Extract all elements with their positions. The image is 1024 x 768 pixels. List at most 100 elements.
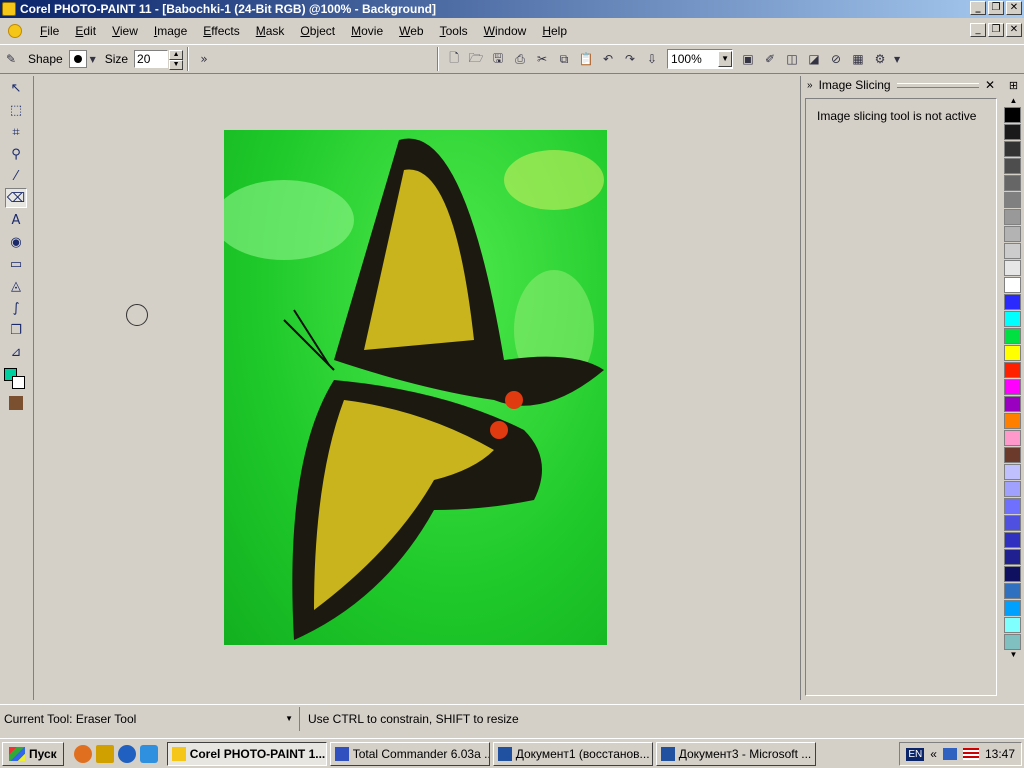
palette-swatch[interactable]	[1004, 328, 1021, 344]
cut-icon[interactable]: ✂	[531, 48, 553, 70]
fullscreen-icon[interactable]: ▣	[737, 48, 759, 70]
shape-dropdown-icon[interactable]: ▼	[87, 48, 99, 70]
palette-scroll-down-icon[interactable]: ▼	[1003, 650, 1024, 660]
menu-movie[interactable]: Movie	[343, 24, 391, 38]
taskbar-button[interactable]: Документ1 (восстанов...	[492, 741, 653, 766]
save-icon[interactable]: 🖫	[487, 48, 509, 70]
taskbar-button[interactable]: Документ3 - Microsoft ...	[655, 741, 816, 766]
palette-swatch[interactable]	[1004, 566, 1021, 582]
tray-expand-icon[interactable]: «	[930, 747, 937, 761]
palette-swatch[interactable]	[1004, 600, 1021, 616]
rectangle-tool-icon[interactable]: ▭	[5, 254, 27, 274]
document-icon[interactable]	[8, 24, 22, 38]
butterfly-image[interactable]	[224, 130, 607, 645]
palette-swatch[interactable]	[1004, 430, 1021, 446]
expand-icon[interactable]: »	[193, 48, 215, 70]
network-icon[interactable]	[942, 748, 957, 760]
palette-swatch[interactable]	[1004, 413, 1021, 429]
palette-swatch[interactable]	[1004, 549, 1021, 565]
palette-scroll-up-icon[interactable]: ▲	[1003, 96, 1024, 106]
menu-image[interactable]: Image	[146, 24, 195, 38]
app-icon[interactable]	[2, 2, 16, 16]
language-indicator[interactable]: EN	[906, 747, 925, 761]
mask-overlay-icon[interactable]: ◪	[803, 48, 825, 70]
palette-swatch[interactable]	[1004, 464, 1021, 480]
palette-swatch[interactable]	[1004, 515, 1021, 531]
minimize-button[interactable]: _	[970, 1, 986, 15]
size-spinner[interactable]: ▲ ▼	[169, 50, 184, 70]
checker-icon[interactable]: ▦	[847, 48, 869, 70]
menu-web[interactable]: Web	[391, 24, 431, 38]
menu-help[interactable]: Help	[534, 24, 575, 38]
palette-swatch[interactable]	[1004, 141, 1021, 157]
copy-icon[interactable]: ⧉	[553, 48, 575, 70]
status-dropdown-icon[interactable]: ▼	[285, 714, 293, 723]
menu-effects[interactable]: Effects	[195, 24, 247, 38]
crop-tool-icon[interactable]: ⌗	[5, 122, 27, 142]
internet-explorer-icon[interactable]	[139, 744, 158, 763]
palette-swatch[interactable]	[1004, 175, 1021, 191]
size-input[interactable]: 20	[134, 50, 169, 68]
color-swatches[interactable]	[4, 368, 30, 394]
palette-swatch[interactable]	[1004, 583, 1021, 599]
docker-close-icon[interactable]: ✕	[985, 78, 995, 92]
palette-swatch[interactable]	[1004, 209, 1021, 225]
paste-icon[interactable]: 📋	[575, 48, 597, 70]
text-tool-icon[interactable]: A	[5, 210, 27, 230]
palette-swatch[interactable]	[1004, 192, 1021, 208]
palette-swatch[interactable]	[1004, 498, 1021, 514]
options-dropdown-icon[interactable]: ▼	[891, 48, 903, 70]
docker-header[interactable]: » Image Slicing ✕	[801, 76, 999, 94]
firefox-icon[interactable]	[73, 744, 92, 763]
start-button[interactable]: Пуск	[2, 741, 64, 766]
canvas-area[interactable]	[35, 76, 799, 700]
palette-swatch[interactable]	[1004, 362, 1021, 378]
effect-tool-icon[interactable]: ❐	[5, 320, 27, 340]
texture-fill-icon[interactable]	[9, 396, 23, 410]
tool-icon[interactable]	[95, 744, 114, 763]
media-player-icon[interactable]	[117, 744, 136, 763]
palette-swatch[interactable]	[1004, 379, 1021, 395]
palette-swatch[interactable]	[1004, 107, 1021, 123]
zoom-select[interactable]: 100% ▼	[667, 49, 734, 69]
menu-view[interactable]: View	[104, 24, 146, 38]
eyedropper-icon[interactable]: ⁄	[5, 166, 27, 186]
palette-swatch[interactable]	[1004, 226, 1021, 242]
open-icon[interactable]: 🗁	[465, 48, 487, 70]
import-icon[interactable]: ⇩	[641, 48, 663, 70]
doc-close-button[interactable]: ✕	[1006, 23, 1022, 37]
menu-tools[interactable]: Tools	[432, 24, 476, 38]
spin-down-icon[interactable]: ▼	[169, 60, 184, 70]
new-icon[interactable]: 🗋	[443, 48, 465, 70]
palette-swatch[interactable]	[1004, 277, 1021, 293]
eraser-icon[interactable]: ✎	[0, 48, 22, 70]
palette-swatch[interactable]	[1004, 481, 1021, 497]
rectangle-mask-icon[interactable]: ⬚	[5, 100, 27, 120]
palette-options-icon[interactable]: ⊞	[1003, 76, 1024, 96]
menu-edit[interactable]: Edit	[67, 24, 104, 38]
clone-tool-icon[interactable]: ⊿	[5, 342, 27, 362]
palette-swatch[interactable]	[1004, 311, 1021, 327]
undo-icon[interactable]: ↶	[597, 48, 619, 70]
menu-window[interactable]: Window	[476, 24, 535, 38]
shape-picker[interactable]	[68, 50, 87, 68]
zoom-dropdown-icon[interactable]: ▼	[718, 51, 733, 67]
zoom-tool-icon[interactable]: ⚲	[5, 144, 27, 164]
menu-file[interactable]: File	[32, 24, 67, 38]
print-icon[interactable]: ⎙	[509, 48, 531, 70]
doc-minimize-button[interactable]: _	[970, 23, 986, 37]
taskbar-button[interactable]: Corel PHOTO-PAINT 1...	[166, 741, 327, 766]
palette-swatch[interactable]	[1004, 532, 1021, 548]
palette-swatch[interactable]	[1004, 158, 1021, 174]
eraser-tool-icon[interactable]: ⌫	[5, 188, 27, 208]
red-eye-tool-icon[interactable]: ◉	[5, 232, 27, 252]
brush-icon[interactable]: ✐	[759, 48, 781, 70]
us-flag-icon[interactable]	[962, 748, 979, 760]
background-color[interactable]	[12, 376, 25, 389]
pick-tool-icon[interactable]: ↖	[5, 78, 27, 98]
paint-tool-icon[interactable]: ∫	[5, 298, 27, 318]
options-icon[interactable]: ⚙	[869, 48, 891, 70]
palette-swatch[interactable]	[1004, 617, 1021, 633]
mask-icon[interactable]: ◫	[781, 48, 803, 70]
close-button[interactable]: ✕	[1006, 1, 1022, 15]
